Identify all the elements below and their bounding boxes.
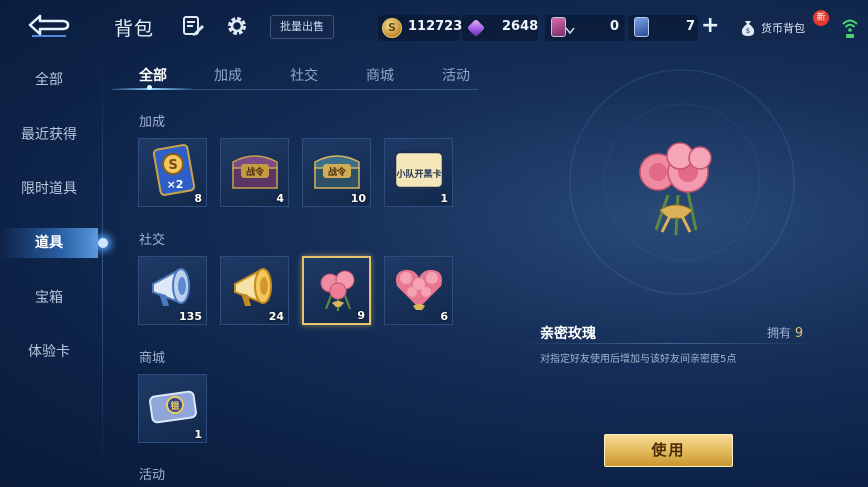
svg-text:$: $ [746,27,750,35]
back-button[interactable] [26,12,72,38]
section-title-event: 活动 [139,468,166,483]
item-megaphone-blue[interactable]: 135 [138,256,207,325]
owned-label: 拥有 [767,326,792,340]
item-count: 9 [357,309,365,322]
tab-active-underline [112,88,194,90]
svg-text:战令: 战令 [246,166,265,178]
megaphone-blue-icon [152,268,190,306]
tab-active-dot [147,85,152,90]
blue-card-currency: 7 [628,15,698,41]
detail-preview [569,69,795,295]
section-title-social: 社交 [139,233,166,248]
svg-text:锟: 锟 [170,400,179,412]
detail-description: 对指定好友使用后增加与该好友间亲密度5点 [540,354,737,365]
diamond-icon [466,18,486,38]
item-battle-pass-chest[interactable]: 战令 4 [220,138,289,207]
diamond-amount: 2648 [502,19,539,34]
sidebar-item-recent[interactable]: 最近获得 [0,120,98,150]
add-currency-button[interactable]: + [701,14,719,38]
battle-pass-chest-icon: 战令 [232,155,278,189]
section-title-shop: 商城 [139,351,166,366]
item-count: 24 [268,310,284,323]
item-megaphone-gold[interactable]: 24 [220,256,289,325]
item-count: 135 [179,310,202,323]
item-count: 1 [440,192,448,205]
category-tabs: 全部 加成 社交 商城 活动 [112,60,478,90]
coupon-icon: 锟 [149,390,197,424]
item-count: 4 [276,192,284,205]
rose-bouquet-large-icon [639,142,712,236]
section-title-boost: 加成 [139,115,166,130]
edit-icon[interactable] [181,14,205,38]
owned-count: 9 [794,326,804,341]
top-bar: 背包 批量出售 S 112723 2648 0 7 + $ 货币背包 新 [0,0,868,52]
pink-card-amount: 0 [610,19,620,34]
sidebar-item-trial-cards[interactable]: 体验卡 [0,337,98,367]
heart-rose-bouquet-icon [396,269,442,310]
rose-bouquet-icon [320,270,355,311]
item-intimate-rose-selected[interactable]: 9 [302,256,371,325]
item-double-gold-card[interactable]: S ×2 8 [138,138,207,207]
item-count: 1 [194,428,202,441]
svg-text:战令: 战令 [328,166,347,178]
bulk-sell-button[interactable]: 批量出售 [270,15,334,39]
megaphone-gold-icon [234,268,272,306]
squad-card-icon: 小队开黑卡 [393,150,445,190]
new-badge: 新 [813,10,829,26]
back-arrow-icon [28,14,70,37]
tab-social[interactable]: 社交 [290,65,318,85]
gold-currency: S 112723 [378,15,463,41]
double-gold-card-icon: S ×2 [152,144,196,196]
diamond-currency: 2648 [462,15,538,41]
item-count: 10 [350,192,366,205]
item-count: 8 [194,192,202,205]
currency-wallet-button[interactable]: $ 货币背包 [734,15,814,41]
gold-coin-icon: S [382,18,402,38]
item-shop-coupon[interactable]: 锟 1 [138,374,207,443]
svg-text:×2: ×2 [167,178,184,191]
svg-text:小队开黑卡: 小队开黑卡 [395,168,441,180]
gear-icon[interactable] [225,14,249,38]
wifi-icon [842,19,858,38]
detail-owned: 拥有 9 [767,324,803,341]
wallet-label: 货币背包 [761,22,805,35]
tab-boost[interactable]: 加成 [214,65,242,85]
pink-card-icon [551,17,566,37]
tab-all[interactable]: 全部 [139,65,167,85]
tab-shop[interactable]: 商城 [366,65,394,85]
item-squad-card[interactable]: 小队开黑卡 1 [384,138,453,207]
item-battle-pass-chest-advanced[interactable]: 战令 10 [302,138,371,207]
chevron-down-icon [565,27,575,35]
item-heart-rose-bouquet[interactable]: 6 [384,256,453,325]
sidebar-item-limited[interactable]: 限时道具 [0,174,98,204]
detail-divider [511,343,824,344]
item-count: 6 [440,310,448,323]
blue-card-amount: 7 [686,19,696,34]
tab-event[interactable]: 活动 [442,65,470,85]
pink-card-currency[interactable]: 0 [545,15,625,41]
sidebar-item-chests[interactable]: 宝箱 [0,283,98,313]
use-button[interactable]: 使用 [604,434,733,467]
battle-pass-chest-icon: 战令 [314,155,360,189]
svg-text:S: S [168,158,177,173]
blue-card-icon [634,17,649,37]
sidebar-item-all[interactable]: 全部 [0,65,98,95]
detail-item-name: 亲密玫瑰 [540,326,596,342]
sidebar-divider [102,60,103,480]
page-title: 背包 [114,18,155,40]
sidebar-active-indicator [98,238,108,248]
sidebar-item-props[interactable]: 道具 [0,228,98,258]
gold-amount: 112723 [408,19,463,34]
money-bag-icon: $ [741,21,755,36]
